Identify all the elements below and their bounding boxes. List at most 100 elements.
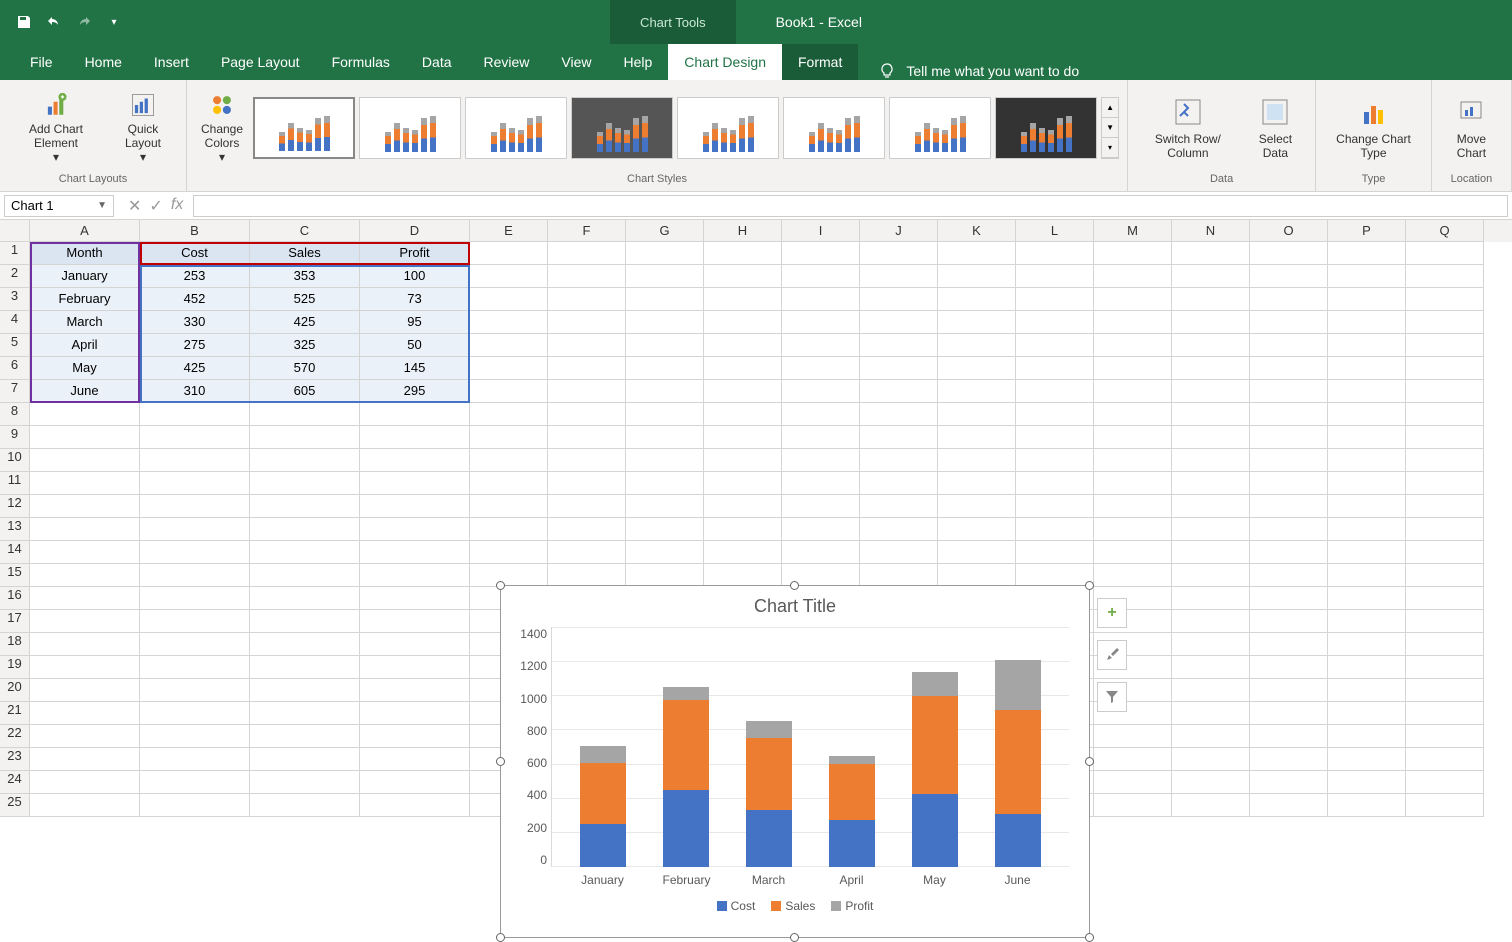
cell-P8[interactable] (1328, 403, 1406, 426)
cell-B19[interactable] (140, 656, 250, 679)
cell-E8[interactable] (470, 403, 548, 426)
cell-M6[interactable] (1094, 357, 1172, 380)
bar-march[interactable] (746, 721, 792, 867)
cell-I13[interactable] (782, 518, 860, 541)
cell-A4[interactable]: March (30, 311, 140, 334)
qat-customize-icon[interactable]: ▾ (102, 10, 126, 34)
cell-P20[interactable] (1328, 679, 1406, 702)
cell-D12[interactable] (360, 495, 470, 518)
cell-A13[interactable] (30, 518, 140, 541)
cell-G1[interactable] (626, 242, 704, 265)
cell-P17[interactable] (1328, 610, 1406, 633)
cell-P9[interactable] (1328, 426, 1406, 449)
cell-M9[interactable] (1094, 426, 1172, 449)
cell-D8[interactable] (360, 403, 470, 426)
cell-P21[interactable] (1328, 702, 1406, 725)
cell-Q14[interactable] (1406, 541, 1484, 564)
cell-I14[interactable] (782, 541, 860, 564)
undo-icon[interactable] (42, 10, 66, 34)
cell-I7[interactable] (782, 380, 860, 403)
cell-H10[interactable] (704, 449, 782, 472)
cell-D24[interactable] (360, 771, 470, 794)
cell-L7[interactable] (1016, 380, 1094, 403)
cell-J5[interactable] (860, 334, 938, 357)
cell-O20[interactable] (1250, 679, 1328, 702)
cell-A1[interactable]: Month (30, 242, 140, 265)
column-header-N[interactable]: N (1172, 220, 1250, 242)
row-header-19[interactable]: 19 (0, 656, 30, 679)
cell-M1[interactable] (1094, 242, 1172, 265)
cell-A3[interactable]: February (30, 288, 140, 311)
cell-P23[interactable] (1328, 748, 1406, 771)
cell-A14[interactable] (30, 541, 140, 564)
cell-O25[interactable] (1250, 794, 1328, 817)
cell-N23[interactable] (1172, 748, 1250, 771)
cell-N13[interactable] (1172, 518, 1250, 541)
cell-Q11[interactable] (1406, 472, 1484, 495)
column-header-O[interactable]: O (1250, 220, 1328, 242)
cell-G7[interactable] (626, 380, 704, 403)
cell-D6[interactable]: 145 (360, 357, 470, 380)
cell-L15[interactable] (1016, 564, 1094, 587)
cell-I8[interactable] (782, 403, 860, 426)
cell-G3[interactable] (626, 288, 704, 311)
cell-E13[interactable] (470, 518, 548, 541)
cell-A16[interactable] (30, 587, 140, 610)
chart-handle-br[interactable] (1085, 933, 1094, 942)
cell-H1[interactable] (704, 242, 782, 265)
row-header-5[interactable]: 5 (0, 334, 30, 357)
cell-A18[interactable] (30, 633, 140, 656)
cell-E5[interactable] (470, 334, 548, 357)
chart-style-3[interactable] (465, 97, 567, 159)
cell-G2[interactable] (626, 265, 704, 288)
cell-Q3[interactable] (1406, 288, 1484, 311)
cell-N25[interactable] (1172, 794, 1250, 817)
cell-C14[interactable] (250, 541, 360, 564)
cell-Q8[interactable] (1406, 403, 1484, 426)
row-header-17[interactable]: 17 (0, 610, 30, 633)
cell-P15[interactable] (1328, 564, 1406, 587)
cell-P2[interactable] (1328, 265, 1406, 288)
cell-M24[interactable] (1094, 771, 1172, 794)
cell-N14[interactable] (1172, 541, 1250, 564)
cell-B21[interactable] (140, 702, 250, 725)
cell-K15[interactable] (938, 564, 1016, 587)
cell-O5[interactable] (1250, 334, 1328, 357)
bar-february[interactable] (663, 687, 709, 867)
cell-C9[interactable] (250, 426, 360, 449)
row-header-9[interactable]: 9 (0, 426, 30, 449)
cell-H6[interactable] (704, 357, 782, 380)
row-header-13[interactable]: 13 (0, 518, 30, 541)
cell-C7[interactable]: 605 (250, 380, 360, 403)
cell-G8[interactable] (626, 403, 704, 426)
row-header-25[interactable]: 25 (0, 794, 30, 817)
cell-A15[interactable] (30, 564, 140, 587)
cell-B7[interactable]: 310 (140, 380, 250, 403)
chart-handle-tl[interactable] (496, 581, 505, 590)
chart-elements-button[interactable]: + (1097, 598, 1127, 628)
cell-D2[interactable]: 100 (360, 265, 470, 288)
cell-P22[interactable] (1328, 725, 1406, 748)
cell-C15[interactable] (250, 564, 360, 587)
cell-D21[interactable] (360, 702, 470, 725)
cell-J9[interactable] (860, 426, 938, 449)
cell-D15[interactable] (360, 564, 470, 587)
cell-F11[interactable] (548, 472, 626, 495)
cell-L11[interactable] (1016, 472, 1094, 495)
cell-C17[interactable] (250, 610, 360, 633)
cell-B13[interactable] (140, 518, 250, 541)
cell-C20[interactable] (250, 679, 360, 702)
cell-I5[interactable] (782, 334, 860, 357)
tab-help[interactable]: Help (608, 44, 669, 80)
cell-C16[interactable] (250, 587, 360, 610)
cell-O7[interactable] (1250, 380, 1328, 403)
cell-P1[interactable] (1328, 242, 1406, 265)
cell-D19[interactable] (360, 656, 470, 679)
cell-C4[interactable]: 425 (250, 311, 360, 334)
cell-D9[interactable] (360, 426, 470, 449)
cell-O12[interactable] (1250, 495, 1328, 518)
row-header-11[interactable]: 11 (0, 472, 30, 495)
row-header-18[interactable]: 18 (0, 633, 30, 656)
cell-K6[interactable] (938, 357, 1016, 380)
row-header-15[interactable]: 15 (0, 564, 30, 587)
